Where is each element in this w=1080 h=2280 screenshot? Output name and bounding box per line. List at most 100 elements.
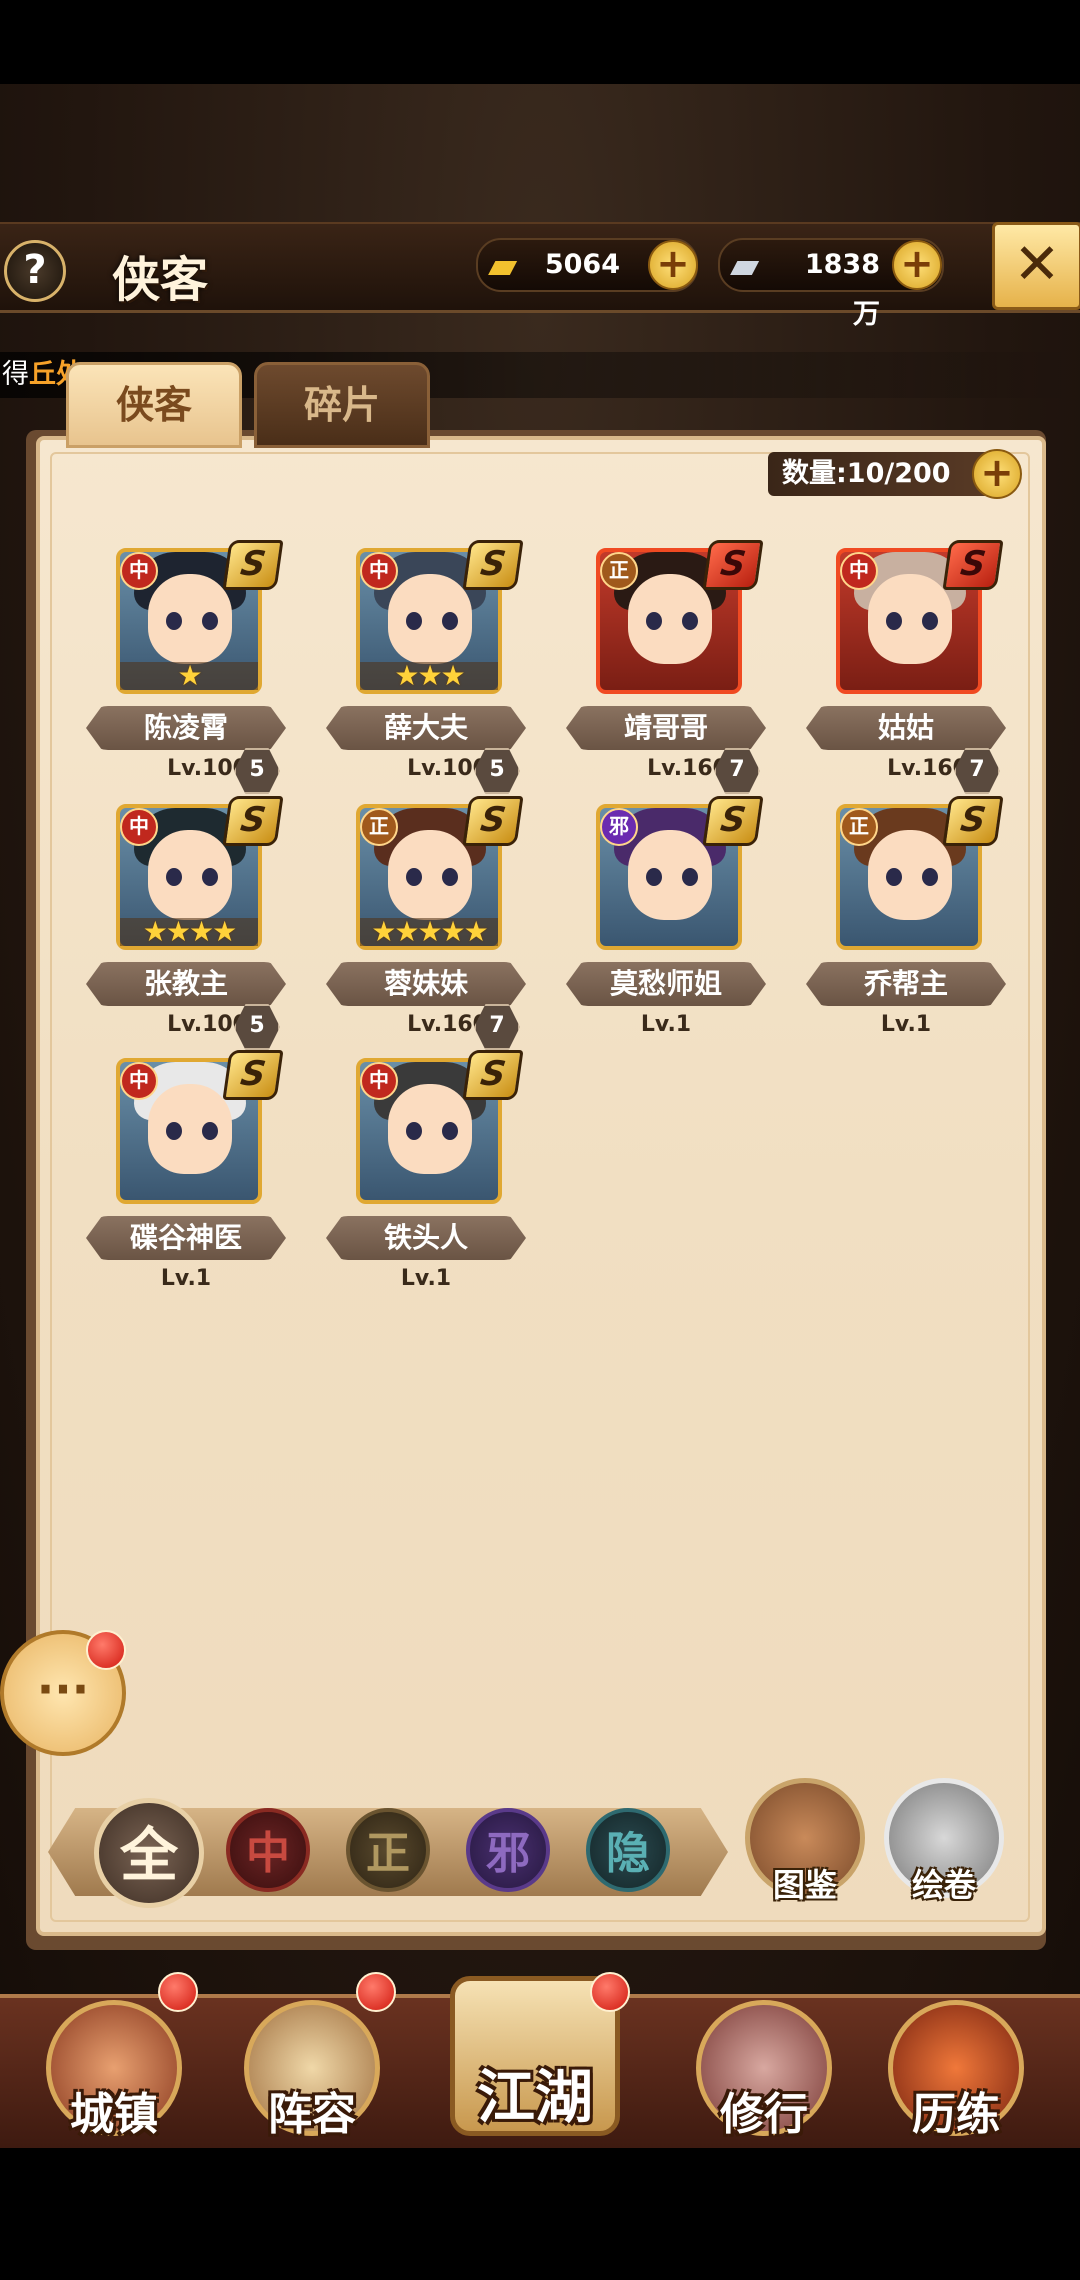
grade-badge: 5 [234, 748, 280, 794]
tier-badge-icon: S [942, 796, 1004, 846]
hero-level: Lv.1 [400, 1266, 452, 1291]
scroll-label: 绘卷 [911, 1866, 976, 1904]
filter-neutral[interactable]: 中 [226, 1808, 310, 1892]
hero-card[interactable]: 邪 S 莫愁师姐 Lv.1 [566, 796, 766, 1044]
help-button[interactable]: ? [4, 240, 66, 302]
hero-level: Lv.100 [167, 1012, 248, 1037]
nav-jianghu-badge [590, 1972, 630, 2012]
hero-card[interactable]: 正 S ★★★★★ 蓉妹妹 Lv.160 7 [326, 796, 526, 1050]
hero-eye [646, 868, 662, 886]
hero-name: 蓉妹妹 [326, 962, 526, 1006]
hero-level: Lv.1 [160, 1266, 212, 1291]
hero-face [868, 830, 952, 920]
hero-eye [682, 868, 698, 886]
hero-card[interactable]: 中 S ★★★★ 张教主 Lv.100 5 [86, 796, 286, 1050]
hero-eye [202, 612, 218, 630]
gold-value: 5064 [544, 249, 620, 280]
faction-badge: 邪 [600, 808, 638, 846]
grade-badge: 5 [474, 748, 520, 794]
hero-card[interactable]: 正 S 乔帮主 Lv.1 [806, 796, 1006, 1044]
hero-card[interactable]: 中 S 铁头人 Lv.1 [326, 1050, 526, 1298]
hero-eye [646, 612, 662, 630]
filter-righteous[interactable]: 正 [346, 1808, 430, 1892]
tab-heroes[interactable]: 侠客 [66, 362, 242, 448]
hero-eye [166, 1122, 182, 1140]
crossed-swords-icon[interactable]: ✕ [992, 222, 1080, 310]
hero-eye [442, 868, 458, 886]
tier-badge-icon: S [222, 796, 284, 846]
tier-badge-icon: S [222, 1050, 284, 1100]
nav-lineup-badge [356, 1972, 396, 2012]
nav-lineup-label: 阵容 [268, 2089, 356, 2140]
silver-currency: ▰ 1838万 + [718, 238, 944, 330]
hero-eye [166, 612, 182, 630]
hero-name: 莫愁师姐 [566, 962, 766, 1006]
marquee-prefix: 得 [2, 359, 29, 390]
faction-badge: 中 [120, 1062, 158, 1100]
hero-level: Lv.160 [647, 756, 728, 781]
codex-label: 图鉴 [772, 1866, 837, 1904]
star-rating: ★★★★ [120, 918, 258, 946]
faction-badge: 中 [120, 808, 158, 846]
tier-badge-icon: S [462, 796, 524, 846]
tab-shards[interactable]: 碎片 [254, 362, 430, 448]
filter-evil[interactable]: 邪 [466, 1808, 550, 1892]
hero-name: 靖哥哥 [566, 706, 766, 750]
hero-eye [922, 868, 938, 886]
faction-badge: 中 [120, 552, 158, 590]
hero-eye [442, 1122, 458, 1140]
hero-eye [406, 612, 422, 630]
grade-badge: 7 [714, 748, 760, 794]
hero-card[interactable]: 中 S 碟谷神医 Lv.1 [86, 1050, 286, 1298]
hero-count: 数量:10/200 [768, 452, 1004, 496]
hero-eye [166, 868, 182, 886]
nav-town-label: 城镇 [70, 2089, 158, 2140]
hero-eye [406, 868, 422, 886]
hero-eye [406, 1122, 422, 1140]
faction-badge: 正 [600, 552, 638, 590]
silver-value: 1838万 [804, 249, 880, 330]
expand-capacity-button[interactable]: + [972, 449, 1022, 499]
hero-level: Lv.160 [887, 756, 968, 781]
add-silver-button[interactable]: + [892, 240, 942, 290]
hero-face [628, 574, 712, 664]
hero-eye [682, 612, 698, 630]
hero-name: 铁头人 [326, 1216, 526, 1260]
faction-badge: 正 [360, 808, 398, 846]
hero-card[interactable]: 正 S 靖哥哥 Lv.160 7 [566, 540, 766, 794]
faction-badge: 中 [840, 552, 878, 590]
hero-face [388, 830, 472, 920]
hero-level: Lv.1 [640, 1012, 692, 1037]
tier-badge-icon: S [462, 540, 524, 590]
hero-face [148, 830, 232, 920]
hero-name: 张教主 [86, 962, 286, 1006]
gold-ingot-icon: ▰ [488, 243, 518, 287]
hero-level: Lv.100 [407, 756, 488, 781]
hero-name: 陈凌霄 [86, 706, 286, 750]
hero-level: Lv.100 [167, 756, 248, 781]
add-gold-button[interactable]: + [648, 240, 698, 290]
bottom-black-band [0, 2145, 1080, 2280]
hero-card[interactable]: 中 S ★ 陈凌霄 Lv.100 5 [86, 540, 286, 794]
hero-level: Lv.160 [407, 1012, 488, 1037]
star-rating: ★★★ [360, 662, 498, 690]
hero-eye [886, 868, 902, 886]
hero-face [148, 574, 232, 664]
hero-eye [886, 612, 902, 630]
hero-face [388, 1084, 472, 1174]
hero-card[interactable]: 中 S 姑姑 Lv.160 7 [806, 540, 1006, 794]
filter-hidden[interactable]: 隐 [586, 1808, 670, 1892]
hero-card[interactable]: 中 S ★★★ 薛大夫 Lv.100 5 [326, 540, 526, 794]
grade-badge: 5 [234, 1004, 280, 1050]
nav-experience-label: 历练 [912, 2089, 1000, 2140]
grade-badge: 7 [954, 748, 1000, 794]
nav-jianghu-label: 江湖 [476, 2063, 593, 2131]
faction-badge: 中 [360, 1062, 398, 1100]
hero-name: 碟谷神医 [86, 1216, 286, 1260]
tier-badge-icon: S [222, 540, 284, 590]
tier-badge-icon: S [702, 796, 764, 846]
tier-badge-icon: S [462, 1050, 524, 1100]
filter-all[interactable]: 全 [94, 1798, 204, 1908]
hero-face [628, 830, 712, 920]
gold-currency: ▰ 5064 + [476, 238, 698, 292]
